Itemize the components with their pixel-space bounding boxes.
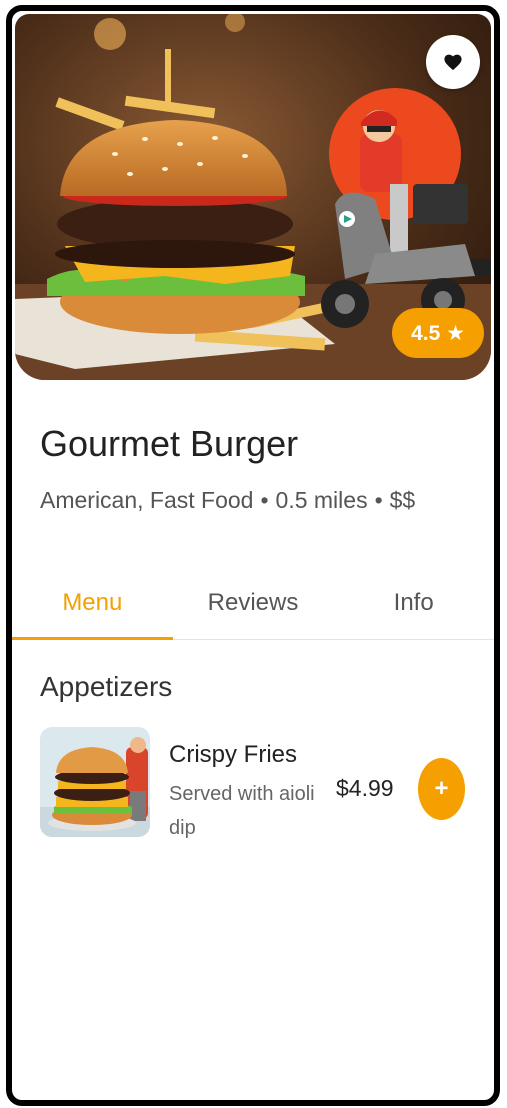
distance-text: 0.5 miles [275, 487, 368, 513]
section-title: Appetizers [40, 671, 173, 702]
menu-item[interactable]: Crispy Fries Served with aioli dip $4.99… [40, 727, 470, 843]
favorite-button[interactable] [426, 35, 480, 89]
price-level-text: $$ [389, 487, 416, 513]
menu-item-name: Crispy Fries [169, 741, 298, 768]
rating-badge: 4.5 ★ [392, 308, 484, 358]
restaurant-meta: American, Fast Food • 0.5 miles • $$ [40, 487, 415, 514]
tab-info[interactable]: Info [333, 567, 494, 639]
restaurant-name: Gourmet Burger [40, 423, 299, 464]
menu-item-price: $4.99 [336, 775, 394, 801]
cuisine-text: American, Fast Food [40, 487, 254, 513]
menu-item-description: Served with aioli dip [169, 783, 315, 839]
tab-bar: Menu Reviews Info [12, 567, 494, 640]
tab-reviews[interactable]: Reviews [173, 567, 334, 639]
menu-item-image [40, 727, 150, 837]
separator-dot: • [374, 487, 383, 513]
burger-thumbnail [40, 727, 150, 837]
tab-menu[interactable]: Menu [12, 567, 173, 640]
separator-dot: • [260, 487, 269, 513]
add-to-cart-button[interactable]: + [418, 758, 465, 820]
heart-icon [444, 54, 462, 71]
phone-frame: 4.5 ★ Gourmet Burger American, Fast Food… [6, 5, 500, 1106]
